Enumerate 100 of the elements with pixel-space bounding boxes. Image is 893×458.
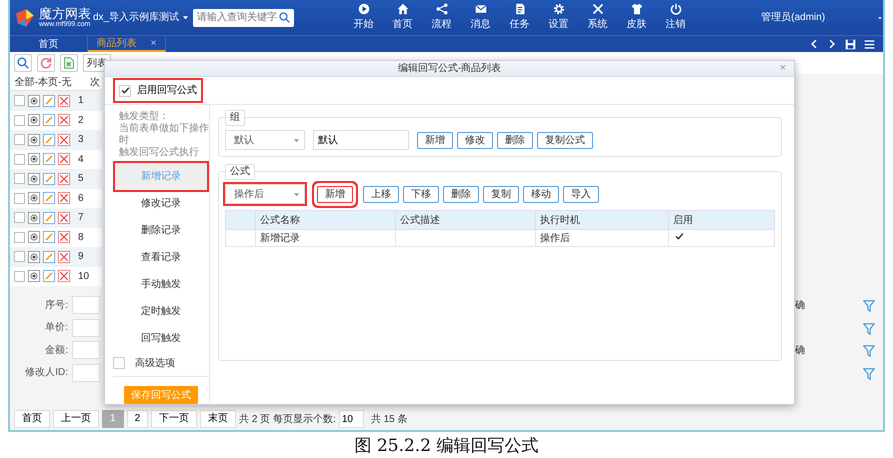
share-icon <box>436 3 448 15</box>
delete-icon[interactable] <box>58 94 70 107</box>
group-button[interactable]: 修改 <box>457 132 493 148</box>
filter-icon[interactable] <box>863 322 875 334</box>
enable-checkbox[interactable]: 启用回写公式 <box>115 80 201 101</box>
nav-button[interactable]: 任务 <box>500 3 540 32</box>
trigger-item[interactable]: 删除记录 <box>115 217 207 244</box>
refresh-button[interactable] <box>37 54 55 72</box>
column-header: 次 <box>90 76 100 90</box>
delete-icon[interactable] <box>58 270 70 282</box>
input-field[interactable] <box>72 341 100 360</box>
trigger-item[interactable]: 手动触发 <box>115 271 207 298</box>
nav-button[interactable]: 皮肤 <box>617 3 656 32</box>
delete-icon[interactable] <box>58 212 70 224</box>
filter-icon[interactable] <box>863 368 875 380</box>
view-icon[interactable] <box>28 172 40 185</box>
trigger-item[interactable]: 查看记录 <box>115 244 207 271</box>
row-number: 6 <box>78 192 84 206</box>
view-icon[interactable] <box>28 212 40 224</box>
input-field[interactable] <box>72 296 100 314</box>
row-number: 5 <box>78 172 84 186</box>
filter-icon[interactable] <box>863 300 875 312</box>
view-icon[interactable] <box>28 94 40 107</box>
row-checkbox[interactable] <box>14 134 25 146</box>
delete-icon[interactable] <box>58 114 70 126</box>
pager-button[interactable]: 首页 <box>14 410 50 428</box>
nav-button[interactable]: 首页 <box>383 3 422 32</box>
row-checkbox[interactable] <box>14 114 25 126</box>
trigger-item[interactable]: 定时触发 <box>115 298 207 325</box>
view-icon[interactable] <box>28 270 40 282</box>
close-icon[interactable]: × <box>150 36 156 50</box>
filter-icon[interactable] <box>863 345 875 357</box>
row-checkbox[interactable] <box>14 232 25 243</box>
timing-select[interactable]: 操作后 <box>225 184 305 204</box>
export-button[interactable] <box>60 54 78 72</box>
page-size-field[interactable]: 10 <box>338 410 364 428</box>
row-checkbox[interactable] <box>14 154 25 165</box>
pager-button[interactable]: 下一页 <box>151 410 198 428</box>
view-icon[interactable] <box>28 250 40 263</box>
group-button[interactable]: 删除 <box>497 132 533 148</box>
formula-button[interactable]: 上移 <box>363 186 399 202</box>
formula-button[interactable]: 下移 <box>403 186 439 202</box>
delete-icon[interactable] <box>58 134 70 146</box>
trigger-item[interactable]: 修改记录 <box>115 190 207 217</box>
row-checkbox[interactable] <box>14 212 25 224</box>
nav-button[interactable]: 消息 <box>461 3 500 32</box>
logo-title: 魔方网表 <box>39 6 91 20</box>
trigger-item[interactable]: 回写触发 <box>115 325 207 352</box>
formula-button[interactable]: 移动 <box>523 186 559 202</box>
pager-button[interactable]: 上一页 <box>53 410 99 428</box>
power-icon <box>670 3 682 15</box>
delete-icon[interactable] <box>58 250 70 263</box>
save-icon[interactable] <box>845 38 856 50</box>
nav-button[interactable]: 流程 <box>422 3 462 32</box>
view-icon[interactable] <box>28 114 40 126</box>
user-name[interactable]: 管理员(admin) <box>761 10 826 25</box>
row-checkbox[interactable] <box>14 173 25 184</box>
envelope-icon <box>474 3 487 15</box>
group-button[interactable]: 新增 <box>417 132 453 148</box>
nav-button[interactable]: 注销 <box>656 3 696 32</box>
view-icon[interactable] <box>28 231 40 244</box>
column-header: 启用 <box>668 210 774 230</box>
view-icon[interactable] <box>28 153 40 166</box>
menu-icon[interactable] <box>864 38 875 50</box>
row-checkbox[interactable] <box>14 95 25 106</box>
formula-button[interactable]: 复制 <box>483 186 519 202</box>
delete-icon[interactable] <box>58 192 70 204</box>
row-number: 7 <box>78 211 84 226</box>
delete-icon[interactable] <box>58 153 70 166</box>
advanced-checkbox[interactable] <box>113 357 125 369</box>
search-icon <box>17 57 29 69</box>
formula-button[interactable]: 导入 <box>563 186 599 202</box>
chevron-left-icon[interactable] <box>809 38 819 50</box>
group-name-field[interactable]: 默认 <box>313 130 409 150</box>
view-icon[interactable] <box>28 192 40 204</box>
search-button[interactable] <box>14 54 32 72</box>
group-button[interactable]: 复制公式 <box>537 132 593 148</box>
caret-icon <box>182 14 190 21</box>
nav-button[interactable]: 开始 <box>344 3 384 32</box>
input-field[interactable] <box>72 364 100 382</box>
search-field[interactable]: 请输入查询关键字 <box>193 8 294 26</box>
nav-button[interactable]: 设置 <box>539 3 578 32</box>
app-switcher[interactable]: dx_导入示例库测试 <box>93 10 190 25</box>
delete-icon[interactable] <box>58 231 70 244</box>
row-checkbox[interactable] <box>14 251 25 262</box>
search-icon <box>279 12 290 23</box>
view-icon[interactable] <box>28 134 40 146</box>
row-number: 3 <box>78 133 84 148</box>
row-number: 9 <box>78 250 84 264</box>
group-select[interactable]: 默认 <box>225 130 305 150</box>
chevron-right-icon[interactable] <box>827 38 837 50</box>
page-button[interactable]: 2 <box>126 410 148 428</box>
row-checkbox[interactable] <box>14 270 25 282</box>
formula-button[interactable]: 删除 <box>443 186 479 202</box>
input-field[interactable] <box>72 318 100 337</box>
document-icon <box>514 3 526 15</box>
nav-button[interactable]: 系统 <box>578 3 618 32</box>
delete-icon[interactable] <box>58 172 70 185</box>
row-checkbox[interactable] <box>14 192 25 204</box>
pager-button[interactable]: 末页 <box>200 410 236 428</box>
